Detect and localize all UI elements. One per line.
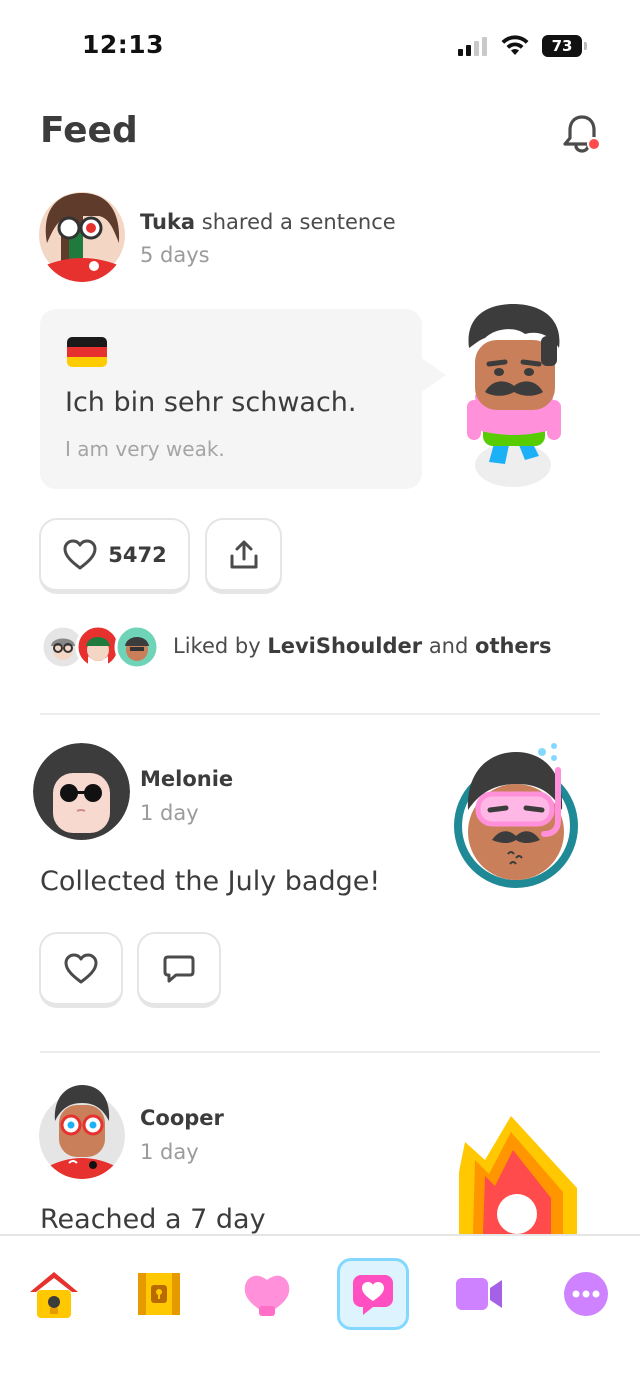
bell-icon xyxy=(563,115,601,153)
page-title: Feed xyxy=(40,110,138,151)
like-button[interactable] xyxy=(39,932,123,1008)
share-button[interactable] xyxy=(205,518,282,594)
post-header: Tuka shared a sentence xyxy=(140,210,396,234)
sentence-card: Ich bin sehr schwach. I am very weak. xyxy=(40,309,446,489)
post-action: shared a sentence xyxy=(201,210,396,234)
video-camera-icon xyxy=(456,1278,502,1310)
tab-home[interactable] xyxy=(18,1258,90,1330)
tab-feed[interactable] xyxy=(337,1258,409,1330)
post-text: Collected the July badge! xyxy=(40,866,381,897)
german-flag-icon xyxy=(67,337,107,367)
post-time: 1 day xyxy=(140,801,199,825)
liked-by-text: Liked by LeviShoulder and others xyxy=(173,634,552,658)
post-time: 1 day xyxy=(140,1140,199,1164)
like-button[interactable]: 5472 xyxy=(39,518,190,594)
liked-by-others[interactable]: others xyxy=(475,634,552,658)
character-illustration xyxy=(467,304,561,487)
heart-icon xyxy=(63,539,97,569)
battery-icon: 73 xyxy=(542,35,587,57)
post-text: Reached a 7 day xyxy=(40,1204,266,1235)
heart-icon xyxy=(64,953,98,983)
liked-by-avatars[interactable] xyxy=(40,624,160,670)
tab-more[interactable] xyxy=(550,1258,622,1330)
comment-icon xyxy=(163,955,195,982)
user-name[interactable]: Melonie xyxy=(140,767,233,791)
avatar[interactable] xyxy=(33,743,130,840)
translation-text: I am very weak. xyxy=(65,437,225,461)
tab-shop[interactable] xyxy=(231,1258,303,1330)
post-time: 5 days xyxy=(140,243,210,267)
bottom-tab-bar xyxy=(0,1234,640,1387)
sentence-text: Ich bin sehr schwach. xyxy=(65,387,357,418)
post-header: Melonie xyxy=(140,767,233,791)
more-icon xyxy=(564,1272,608,1316)
avatar[interactable] xyxy=(39,188,125,282)
tab-video[interactable] xyxy=(443,1258,515,1330)
user-name[interactable]: Tuka xyxy=(140,210,195,234)
post-header: Cooper xyxy=(140,1106,224,1130)
liked-by-prefix: Liked by xyxy=(173,634,261,658)
wifi-icon xyxy=(501,35,529,55)
divider xyxy=(40,713,600,715)
share-icon xyxy=(230,540,257,568)
shell-icon xyxy=(244,1275,290,1316)
divider xyxy=(40,1051,600,1053)
liked-by-user[interactable]: LeviShoulder xyxy=(267,634,422,658)
home-icon xyxy=(30,1272,78,1318)
like-count: 5472 xyxy=(108,542,167,567)
july-badge-illustration xyxy=(454,743,578,888)
user-name[interactable]: Cooper xyxy=(140,1106,224,1130)
notifications-button[interactable] xyxy=(560,112,604,156)
status-time: 12:13 xyxy=(82,30,165,59)
treasure-chest-icon xyxy=(138,1273,180,1315)
liked-by-and: and xyxy=(428,634,469,658)
feed-heart-icon xyxy=(353,1275,393,1315)
avatar[interactable] xyxy=(39,1083,125,1179)
tab-quests[interactable] xyxy=(123,1258,195,1330)
streak-flame-icon xyxy=(459,1116,577,1234)
signal-icon xyxy=(458,36,487,56)
status-bar: 12:13 73 xyxy=(0,0,640,92)
comment-button[interactable] xyxy=(137,932,221,1008)
